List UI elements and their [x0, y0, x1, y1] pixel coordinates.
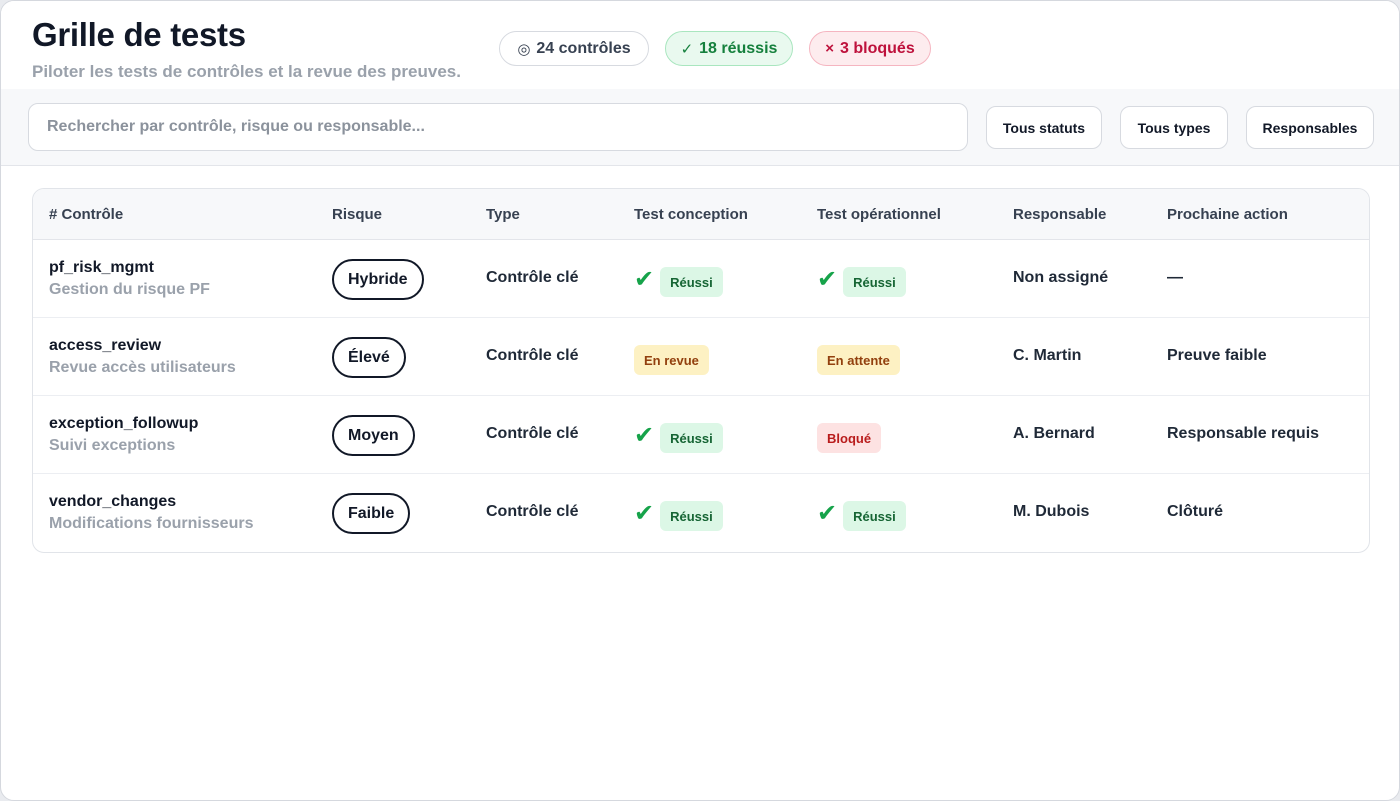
check-icon: ✔ [817, 266, 838, 293]
col-risk[interactable]: Risque [332, 206, 382, 223]
status-filter-button[interactable]: Tous statuts [986, 106, 1102, 149]
check-icon: ✓ [680, 40, 694, 58]
risk-badge: Hybride [332, 259, 424, 300]
control-description: Revue accès utilisateurs [49, 359, 236, 376]
blocked-pill: × 3 bloqués [809, 31, 931, 66]
control-id[interactable]: exception_followup [49, 415, 198, 433]
control-type: Contrôle clé [486, 347, 579, 364]
control-type: Contrôle clé [486, 425, 579, 442]
status-badge: Réussi [660, 423, 723, 453]
search-input[interactable] [28, 103, 968, 151]
next-action: Responsable requis [1167, 425, 1320, 442]
check-icon: ✔ [634, 266, 655, 293]
risk-badge: Élevé [332, 337, 406, 378]
operational-test-status: En attente [817, 345, 900, 375]
check-icon: ✔ [817, 500, 838, 527]
operational-test-status: Bloqué [817, 423, 882, 453]
control-id[interactable]: access_review [49, 337, 161, 355]
status-badge: En attente [817, 345, 900, 375]
operational-test-status: ✔ Réussi [817, 267, 906, 297]
control-id[interactable]: pf_risk_mgmt [49, 259, 154, 277]
app-window: Grille de tests Piloter les tests de con… [0, 0, 1400, 801]
design-test-status: ✔ Réussi [634, 267, 723, 297]
owner-filter-button[interactable]: Responsables [1246, 106, 1374, 149]
owner: A. Bernard [1013, 425, 1095, 442]
status-badge: Réussi [660, 501, 723, 531]
check-icon: ✔ [634, 500, 655, 527]
total-controls-label: 24 contrôles [536, 39, 631, 57]
passed-label: 18 réussis [699, 39, 778, 57]
control-type: Contrôle clé [486, 503, 579, 520]
status-badge: Réussi [660, 267, 723, 297]
col-owner[interactable]: Responsable [1013, 206, 1106, 223]
col-operational-test[interactable]: Test opérationnel [817, 206, 941, 223]
risk-badge: Faible [332, 493, 411, 534]
control-description: Suivi exceptions [49, 437, 176, 454]
next-action: Preuve faible [1167, 347, 1267, 364]
col-control[interactable]: # Contrôle [49, 206, 123, 223]
design-test-status: ✔ Réussi [634, 501, 723, 531]
table-row[interactable]: access_review Revue accès utilisateurs É… [33, 318, 1369, 396]
table-row[interactable]: pf_risk_mgmt Gestion du risque PF Hybrid… [33, 240, 1369, 318]
control-type: Contrôle clé [486, 269, 579, 286]
design-test-status: ✔ Réussi [634, 423, 723, 453]
table-row[interactable]: exception_followup Suivi exceptions Moye… [33, 396, 1369, 474]
col-type[interactable]: Type [486, 206, 520, 223]
status-badge: Réussi [843, 501, 906, 531]
page-subtitle: Piloter les tests de contrôles et la rev… [32, 62, 461, 81]
owner: Non assigné [1013, 269, 1109, 286]
owner: C. Martin [1013, 347, 1082, 364]
col-next-action[interactable]: Prochaine action [1167, 206, 1288, 223]
control-description: Modifications fournisseurs [49, 515, 254, 532]
passed-pill: ✓ 18 réussis [665, 31, 793, 66]
total-controls-pill: ◎ 24 contrôles [499, 31, 649, 66]
table-header: # Contrôle Risque Type Test conception T… [33, 189, 1369, 240]
control-description: Gestion du risque PF [49, 281, 210, 298]
operational-test-status: ✔ Réussi [817, 501, 906, 531]
table-row[interactable]: vendor_changes Modifications fournisseur… [33, 474, 1369, 552]
next-action: Clôturé [1167, 503, 1223, 520]
design-test-status: En revue [634, 345, 709, 375]
col-design-test[interactable]: Test conception [634, 206, 748, 223]
controls-table: # Contrôle Risque Type Test conception T… [32, 188, 1370, 553]
page-header: Grille de tests Piloter les tests de con… [1, 1, 1399, 89]
type-filter-button[interactable]: Tous types [1120, 106, 1228, 149]
next-action: — [1167, 269, 1183, 286]
control-id[interactable]: vendor_changes [49, 493, 176, 511]
status-badge: En revue [634, 345, 709, 375]
blocked-label: 3 bloqués [840, 39, 915, 57]
filter-toolbar: Tous statuts Tous types Responsables [1, 89, 1399, 166]
page-title: Grille de tests [32, 16, 246, 53]
cross-icon: × [825, 40, 835, 57]
owner: M. Dubois [1013, 503, 1090, 520]
status-badge: Bloqué [817, 423, 882, 453]
risk-badge: Moyen [332, 415, 415, 456]
status-badge: Réussi [843, 267, 906, 297]
target-icon: ◎ [517, 40, 531, 58]
check-icon: ✔ [634, 422, 655, 449]
